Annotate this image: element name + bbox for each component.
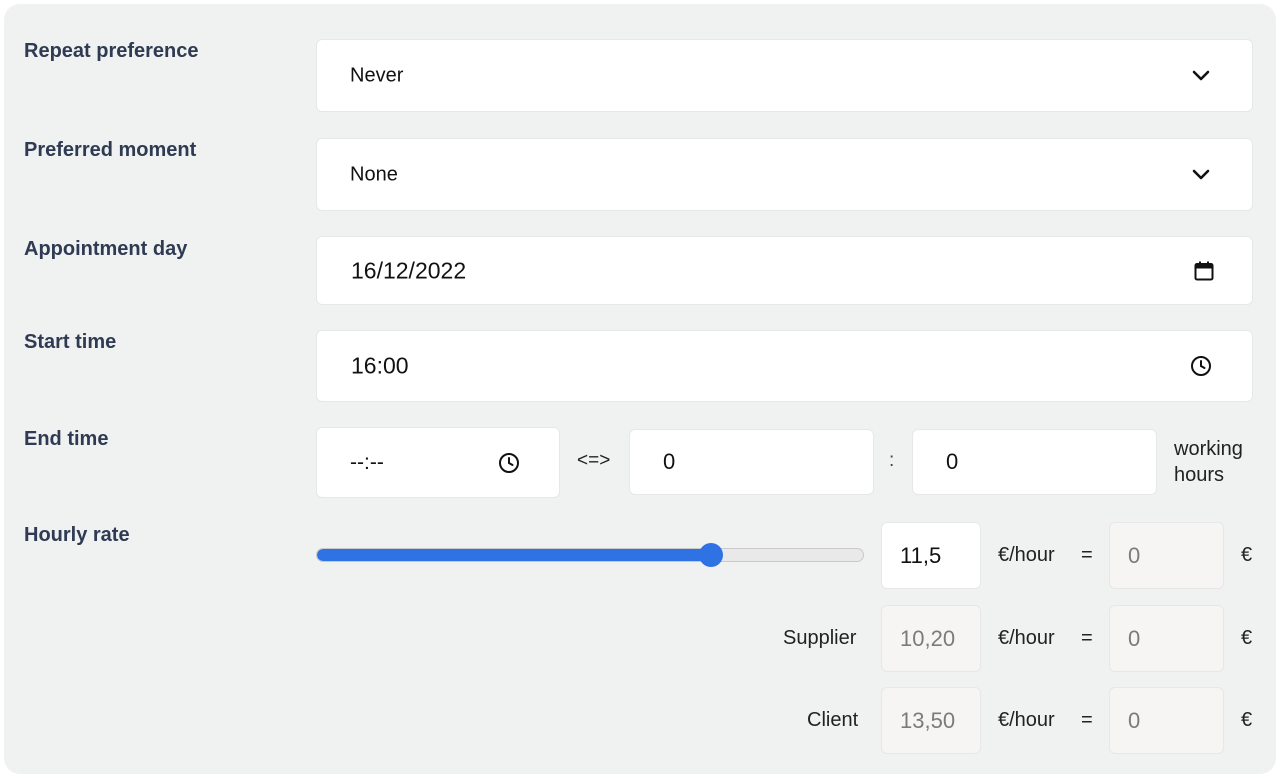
- client-total: 0: [1109, 687, 1224, 754]
- repeat-preference-select[interactable]: Never: [316, 39, 1253, 112]
- client-total-value: 0: [1128, 707, 1141, 733]
- hourly-rate-unit: €/hour: [998, 544, 1055, 566]
- supplier-total-value: 0: [1128, 625, 1141, 651]
- calendar-icon[interactable]: [1192, 259, 1216, 283]
- preferred-moment-select[interactable]: None: [316, 138, 1253, 211]
- working-hours-unit: working hours: [1174, 436, 1243, 488]
- supplier-currency: €: [1241, 627, 1253, 649]
- supplier-rate: 10,20: [881, 605, 981, 672]
- working-minutes-input[interactable]: 0: [912, 429, 1157, 495]
- supplier-total: 0: [1109, 605, 1224, 672]
- client-unit: €/hour: [998, 709, 1055, 731]
- time-separator: :: [889, 450, 895, 471]
- repeat-preference-label: Repeat preference: [24, 40, 199, 62]
- client-rate: 13,50: [881, 687, 981, 754]
- client-label: Client: [807, 709, 859, 731]
- start-time-value: 16:00: [351, 352, 409, 379]
- clock-icon[interactable]: [1189, 354, 1213, 378]
- working-minutes-value: 0: [946, 449, 959, 474]
- supplier-rate-value: 10,20: [900, 625, 956, 651]
- repeat-preference-value: Never: [350, 64, 404, 86]
- equivalence-symbol: <=>: [577, 450, 611, 471]
- client-currency: €: [1241, 709, 1253, 731]
- hourly-rate-value: 11,5: [900, 542, 942, 568]
- end-time-label: End time: [24, 428, 109, 450]
- hourly-rate-total-value: 0: [1128, 542, 1141, 568]
- hourly-rate-equals: =: [1081, 544, 1093, 566]
- appointment-day-input[interactable]: 16/12/2022: [316, 236, 1253, 305]
- working-hours-unit-line2: hours: [1174, 464, 1225, 486]
- hourly-rate-label: Hourly rate: [24, 524, 130, 546]
- working-hours-input[interactable]: 0: [629, 429, 874, 495]
- appointment-day-value: 16/12/2022: [351, 257, 467, 283]
- start-time-input[interactable]: 16:00: [316, 330, 1253, 402]
- hourly-rate-total: 0: [1109, 522, 1224, 589]
- client-rate-value: 13,50: [900, 707, 956, 733]
- end-time-input[interactable]: --:--: [316, 427, 560, 498]
- supplier-equals: =: [1081, 627, 1093, 649]
- working-hours-value: 0: [663, 449, 676, 474]
- hourly-rate-slider-thumb[interactable]: [698, 543, 723, 567]
- start-time-label: Start time: [24, 331, 117, 353]
- preferred-moment-value: None: [350, 163, 398, 185]
- supplier-unit: €/hour: [998, 627, 1055, 649]
- end-time-value: --:--: [350, 450, 384, 474]
- hourly-rate-input[interactable]: 11,5: [881, 522, 981, 589]
- hourly-rate-slider-fill: [317, 549, 712, 561]
- chevron-down-icon: [1192, 169, 1210, 179]
- working-hours-unit-line1: working: [1174, 438, 1243, 460]
- client-equals: =: [1081, 709, 1093, 731]
- hourly-rate-slider[interactable]: [316, 548, 864, 562]
- supplier-label: Supplier: [783, 627, 857, 649]
- clock-icon[interactable]: [497, 451, 521, 475]
- appointment-day-label: Appointment day: [24, 238, 188, 260]
- preferred-moment-label: Preferred moment: [24, 139, 197, 161]
- chevron-down-icon: [1192, 70, 1210, 80]
- hourly-rate-currency: €: [1241, 544, 1253, 566]
